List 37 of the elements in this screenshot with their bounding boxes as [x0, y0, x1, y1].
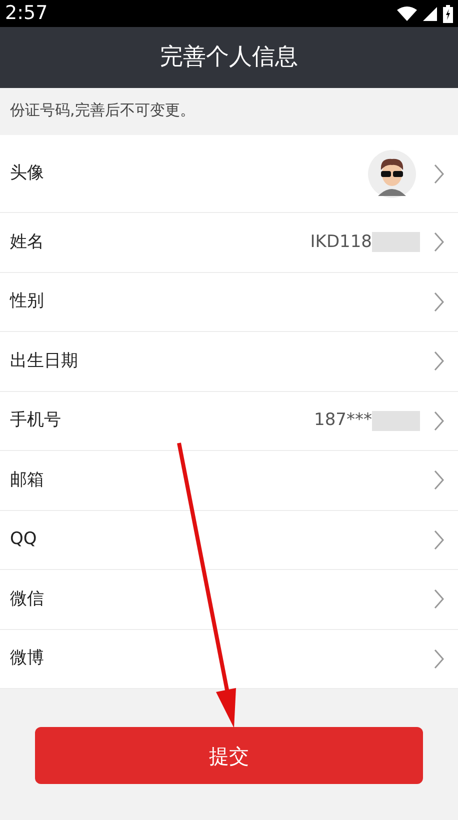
list-row[interactable]: 手机号 187*** [0, 392, 458, 451]
row-label: 微博 [10, 647, 45, 670]
chevron-icon [434, 351, 444, 372]
row-label: 姓名 [10, 230, 45, 254]
list-row[interactable]: QQ [0, 510, 458, 570]
row-label: 头像 [10, 162, 45, 185]
list-row[interactable]: 性别 [0, 272, 458, 332]
row-value: 187*** [314, 409, 372, 432]
wifi-icon [397, 6, 417, 21]
row-label: 出生日期 [10, 350, 79, 372]
signal-icon [423, 6, 437, 20]
list-row[interactable]: 邮箱 [0, 451, 458, 510]
chevron-icon [434, 589, 444, 610]
list-row[interactable]: 微博 [0, 630, 458, 689]
chevron-icon [434, 648, 444, 669]
list-row[interactable]: 出生日期 [0, 332, 458, 392]
list-row[interactable]: 姓名 IKD118 [0, 213, 458, 272]
chevron-icon [434, 232, 444, 252]
status-time: 2:57 [5, 1, 48, 26]
chevron-icon [434, 530, 444, 550]
avatar-icon [368, 150, 416, 198]
page-title: 完善个人信息 [160, 43, 298, 72]
notice-text: 份证号码,完善后不可变更。 [10, 100, 195, 120]
chevron-icon [434, 292, 444, 312]
row-label: 手机号 [10, 409, 62, 432]
chevron-icon [434, 410, 444, 431]
chevron-icon [434, 164, 444, 184]
chevron-icon [434, 470, 444, 490]
row-label: 邮箱 [10, 468, 45, 492]
row-value: IKD118 [310, 230, 372, 254]
list-row[interactable]: 头像 [0, 135, 458, 213]
row-label: 微信 [10, 588, 45, 610]
list-row[interactable]: 微信 [0, 570, 458, 630]
submit-button[interactable]: 提交 [35, 727, 423, 784]
row-label: QQ [10, 528, 38, 551]
row-label: 性别 [10, 290, 45, 313]
battery-icon [443, 4, 453, 22]
